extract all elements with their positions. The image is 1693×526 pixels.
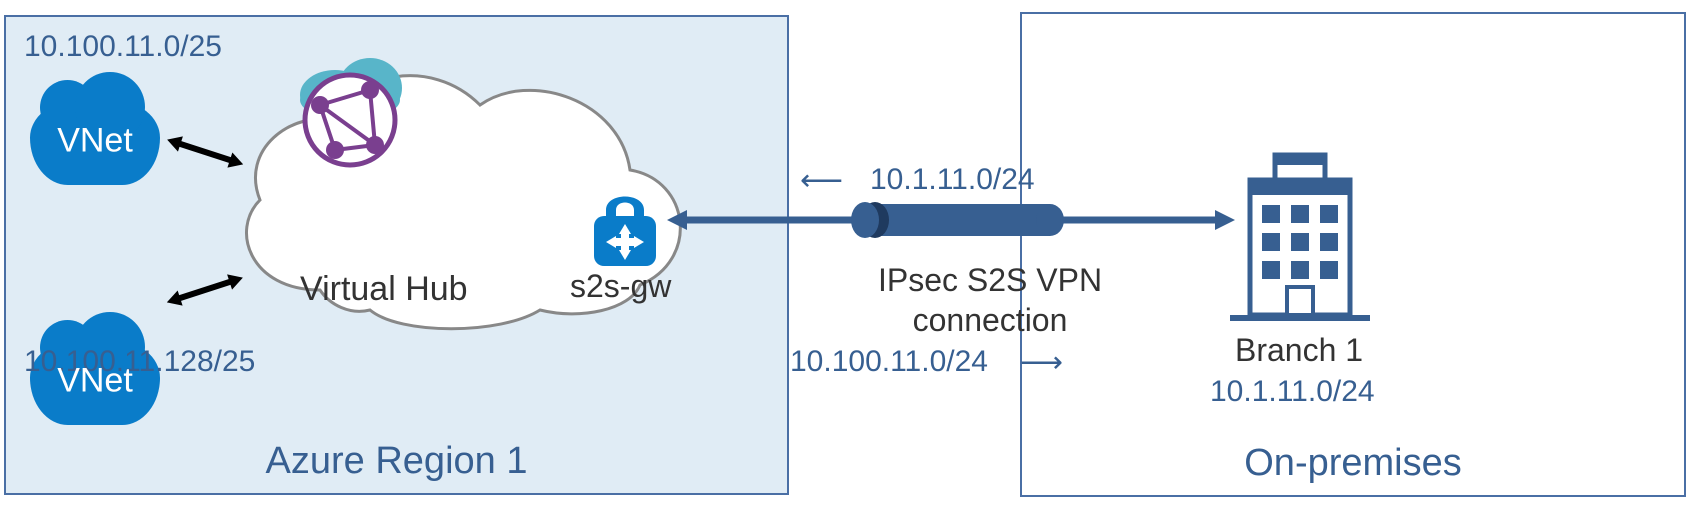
advert-right-arrow-icon: ⟶ [1020, 345, 1063, 380]
vpn-tunnel-icon [665, 192, 1235, 247]
vnet1-cloud-icon: VNet [30, 100, 160, 185]
branch-label: Branch 1 [1235, 332, 1363, 369]
branch-building-icon [1220, 145, 1380, 325]
advert-to-onprem-cidr: 10.100.11.0/24 [790, 345, 988, 379]
advert-to-azure-cidr: 10.1.11.0/24 [870, 163, 1035, 197]
advert-left-arrow-icon: ⟵ [800, 163, 843, 198]
vnet1-label: VNet [57, 121, 133, 160]
onprem-region-label: On-premises [1244, 442, 1462, 485]
virtual-hub-label: Virtual Hub [300, 270, 468, 309]
vpn-gateway-icon [588, 180, 662, 268]
connection-type-label: IPsec S2S VPN connection [850, 260, 1130, 340]
vnet1-cidr: 10.100.11.0/25 [24, 30, 222, 64]
globe-network-icon [290, 60, 410, 180]
gateway-label: s2s-gw [570, 268, 671, 305]
azure-region-label: Azure Region 1 [266, 440, 528, 483]
vnet2-label: VNet [57, 361, 133, 400]
branch-cidr: 10.1.11.0/24 [1210, 375, 1375, 409]
